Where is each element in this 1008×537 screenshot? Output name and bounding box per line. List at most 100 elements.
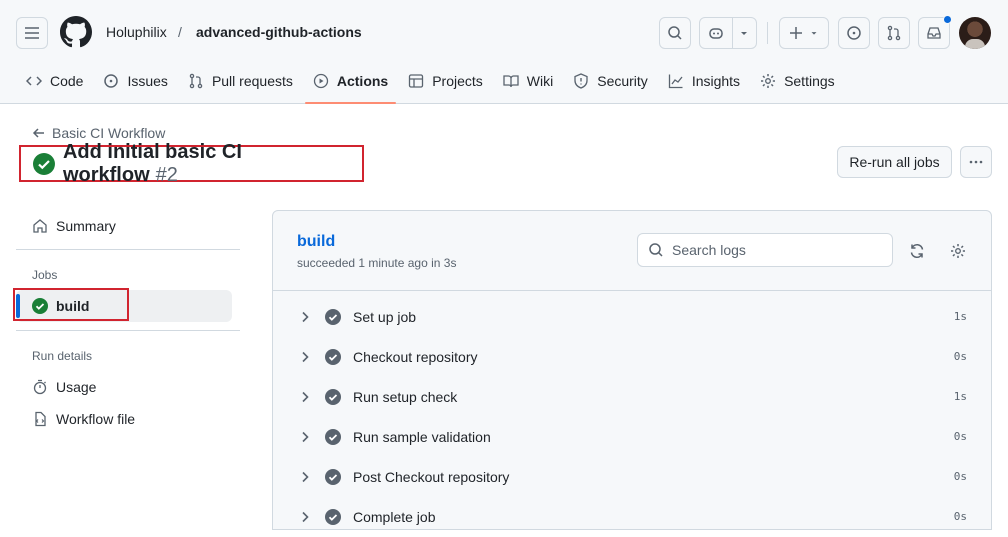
step-row[interactable]: Checkout repository 0s xyxy=(273,337,991,377)
sidebar-divider xyxy=(16,330,240,331)
top-bar: Holuphilix / advanced-github-actions Cod… xyxy=(0,0,1008,104)
step-row[interactable]: Complete job 0s xyxy=(273,497,991,537)
menu-button[interactable] xyxy=(16,17,48,49)
tab-issues[interactable]: Issues xyxy=(93,64,177,98)
shield-icon xyxy=(574,73,588,89)
tab-security[interactable]: Security xyxy=(563,64,658,98)
step-name: Checkout repository xyxy=(353,349,478,365)
run-title-text: Add initial basic CI workflow #2 xyxy=(63,141,362,187)
refresh-icon[interactable] xyxy=(909,243,925,259)
kebab-horizontal-icon xyxy=(969,160,983,164)
avatar[interactable] xyxy=(959,17,991,49)
chevron-right-icon[interactable] xyxy=(299,509,311,525)
tab-pull-requests[interactable]: Pull requests xyxy=(178,64,303,98)
step-duration: 1s xyxy=(953,390,967,403)
sidebar-item-label: Usage xyxy=(56,379,97,395)
tab-actions[interactable]: Actions xyxy=(303,64,398,104)
tab-label: Wiki xyxy=(526,73,554,89)
tab-label: Settings xyxy=(784,73,835,89)
back-to-workflow-link[interactable]: Basic CI Workflow xyxy=(32,125,165,141)
code-icon xyxy=(26,76,42,86)
issue-icon xyxy=(847,26,861,40)
tab-label: Issues xyxy=(127,73,168,89)
gear-icon[interactable] xyxy=(950,243,966,259)
play-icon xyxy=(313,73,329,89)
run-details-heading: Run details xyxy=(32,349,93,363)
run-title-label: Add initial basic CI workflow xyxy=(62,140,242,186)
plus-icon xyxy=(790,27,802,39)
book-icon xyxy=(503,75,519,88)
tab-insights[interactable]: Insights xyxy=(658,64,750,98)
sidebar-item-summary[interactable]: Summary xyxy=(16,210,232,242)
step-name: Run sample validation xyxy=(353,429,491,445)
tab-projects[interactable]: Projects xyxy=(398,64,493,98)
chevron-right-icon[interactable] xyxy=(299,389,311,405)
jobs-heading: Jobs xyxy=(32,268,58,282)
copilot-divider xyxy=(732,18,733,48)
search-icon xyxy=(668,26,682,40)
tab-code[interactable]: Code xyxy=(16,64,93,98)
highlight-box xyxy=(13,288,129,321)
step-duration: 0s xyxy=(953,350,967,363)
step-duration: 0s xyxy=(953,470,967,483)
table-icon xyxy=(409,74,424,88)
sidebar-divider xyxy=(16,249,240,250)
arrow-left-icon xyxy=(32,128,44,138)
check-circle-fill-icon xyxy=(325,389,341,405)
chevron-right-icon[interactable] xyxy=(299,349,311,365)
notification-dot-icon xyxy=(943,15,952,24)
hamburger-icon xyxy=(25,27,39,39)
pull-request-icon xyxy=(887,25,901,41)
step-row[interactable]: Run setup check 1s xyxy=(273,377,991,417)
sidebar-item-workflow-file[interactable]: Workflow file xyxy=(16,403,232,435)
rerun-all-jobs-button[interactable]: Re-run all jobs xyxy=(837,146,952,178)
step-name: Post Checkout repository xyxy=(353,469,510,485)
chevron-down-icon[interactable] xyxy=(738,27,750,39)
step-row[interactable]: Run sample validation 0s xyxy=(273,417,991,457)
check-circle-fill-icon xyxy=(325,309,341,325)
tab-settings[interactable]: Settings xyxy=(750,64,845,98)
inbox-button[interactable] xyxy=(918,15,952,49)
run-title: Add initial basic CI workflow #2 xyxy=(19,141,364,186)
copilot-button[interactable] xyxy=(699,17,757,49)
sidebar-item-usage[interactable]: Usage xyxy=(16,371,232,403)
gear-icon xyxy=(761,74,776,88)
tab-wiki[interactable]: Wiki xyxy=(493,64,563,98)
github-logo-icon[interactable] xyxy=(60,16,92,48)
tab-label: Pull requests xyxy=(211,73,293,89)
create-new-button[interactable] xyxy=(779,17,829,49)
stopwatch-icon xyxy=(33,379,47,395)
back-label: Basic CI Workflow xyxy=(52,125,166,141)
check-circle-fill-icon xyxy=(325,469,341,485)
run-number: #2 xyxy=(155,163,178,186)
search-placeholder: Search logs xyxy=(672,242,746,258)
job-title[interactable]: build xyxy=(297,233,335,251)
copilot-icon xyxy=(709,28,723,39)
tab-label: Insights xyxy=(691,73,741,89)
repo-link[interactable]: advanced-github-actions xyxy=(196,24,362,40)
pull-request-icon xyxy=(189,73,203,89)
tab-label: Security xyxy=(597,73,648,89)
pull-requests-button[interactable] xyxy=(878,17,910,49)
home-icon xyxy=(33,219,47,233)
job-status: succeeded 1 minute ago in 3s xyxy=(297,256,457,270)
tab-label: Actions xyxy=(336,73,389,89)
check-circle-fill-icon xyxy=(33,152,55,175)
check-circle-fill-icon xyxy=(325,509,341,525)
search-button[interactable] xyxy=(659,17,691,49)
step-row[interactable]: Set up job 1s xyxy=(273,297,991,337)
chevron-right-icon[interactable] xyxy=(299,309,311,325)
tab-label: Code xyxy=(50,73,84,89)
issues-button[interactable] xyxy=(838,17,870,49)
chevron-down-icon xyxy=(811,32,817,35)
more-options-button[interactable] xyxy=(960,146,992,178)
owner-link[interactable]: Holuphilix xyxy=(106,24,167,40)
file-code-icon xyxy=(35,411,46,427)
sidebar-item-label: Workflow file xyxy=(56,411,136,427)
job-panel: build succeeded 1 minute ago in 3s Searc… xyxy=(272,210,992,530)
step-row[interactable]: Post Checkout repository 0s xyxy=(273,457,991,497)
chevron-right-icon[interactable] xyxy=(299,429,311,445)
chevron-right-icon[interactable] xyxy=(299,469,311,485)
search-logs-input[interactable]: Search logs xyxy=(637,233,893,267)
step-duration: 0s xyxy=(953,430,967,443)
